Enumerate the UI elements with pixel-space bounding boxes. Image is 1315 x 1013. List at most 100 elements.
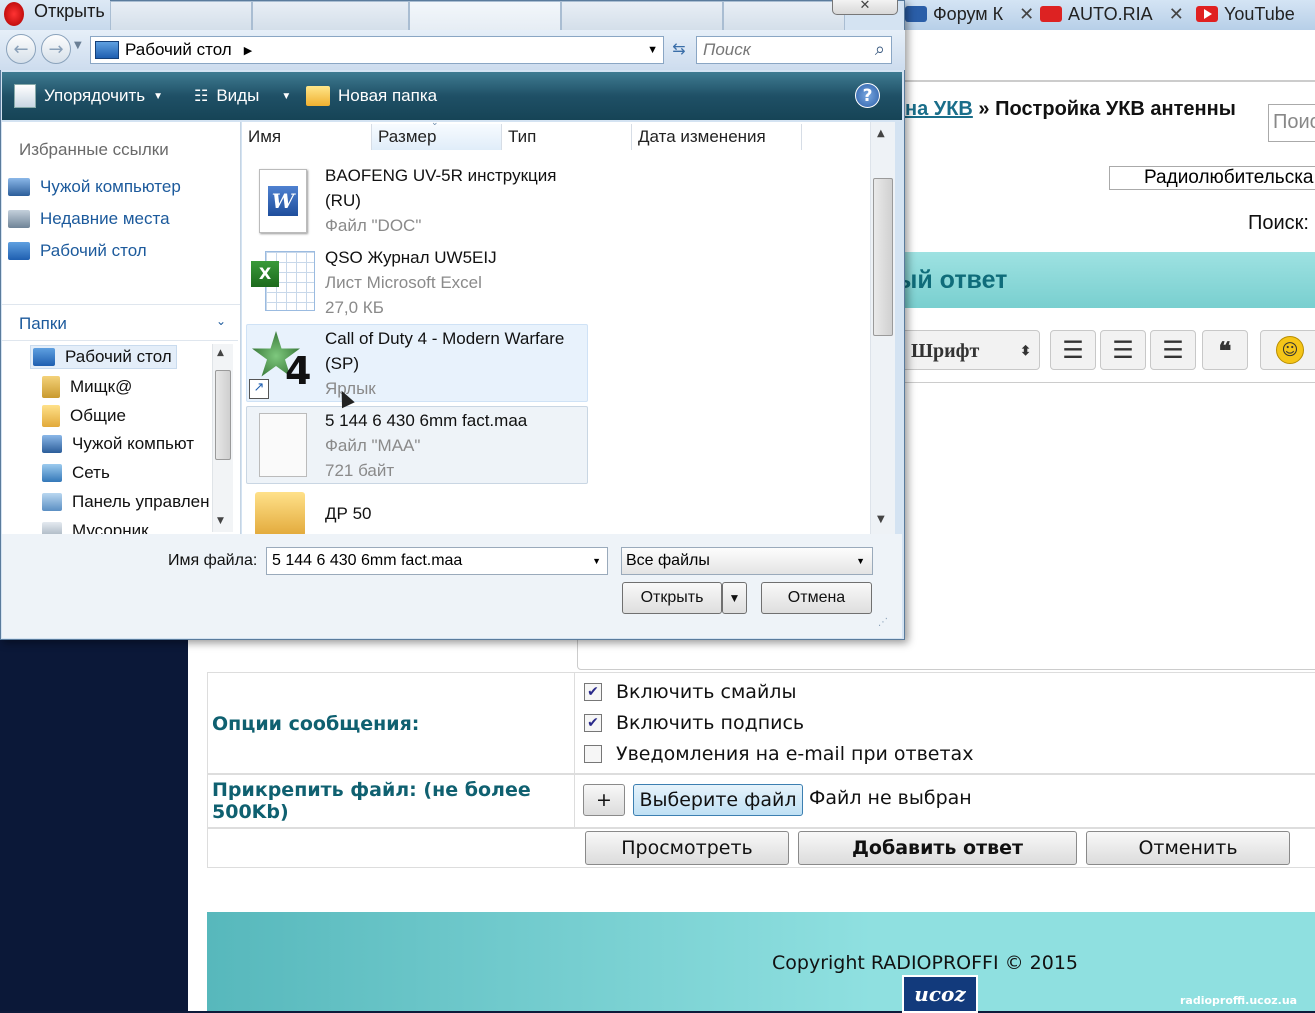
resize-grip-icon[interactable]: ⋰: [878, 617, 888, 628]
column-date-modified[interactable]: Дата изменения: [632, 124, 802, 150]
shortcut-arrow-icon: ↗: [249, 379, 269, 399]
favorite-desktop[interactable]: Рабочий стол: [8, 241, 147, 261]
file-item-hover[interactable]: 4 ↗ Call of Duty 4 - Modern Warfare (SP)…: [246, 324, 588, 402]
new-folder-button[interactable]: Новая папка: [306, 72, 437, 120]
folder-desktop[interactable]: Рабочий стол: [30, 345, 177, 369]
search-icon[interactable]: ⌕: [875, 39, 885, 60]
scroll-up-icon[interactable]: ▲: [217, 348, 224, 358]
folders-scrollbar[interactable]: ▲ ▼: [212, 344, 233, 532]
site-search-input[interactable]: Поис: [1268, 104, 1315, 142]
align-right-button[interactable]: ☰: [1150, 330, 1196, 370]
checkbox-checked-icon[interactable]: ✔: [584, 714, 602, 732]
folder-control-panel[interactable]: Панель управлен: [42, 492, 209, 512]
back-button[interactable]: ←: [6, 34, 36, 64]
cancel-reply-button[interactable]: Отменить: [1086, 831, 1290, 865]
chevron-down-icon[interactable]: ▼: [647, 44, 658, 56]
checkbox-unchecked-icon[interactable]: [584, 745, 602, 763]
checkbox-checked-icon[interactable]: ✔: [584, 683, 602, 701]
cancel-button[interactable]: Отмена: [761, 582, 872, 614]
preview-button[interactable]: Просмотреть: [585, 831, 789, 865]
align-left-button[interactable]: ☰: [1050, 330, 1096, 370]
chevron-down-icon: ▼: [153, 90, 164, 102]
folder-user[interactable]: Мищк@: [42, 376, 132, 398]
favorite-recent-places[interactable]: Недавние места: [8, 209, 170, 229]
views-button[interactable]: ☷ Виды ▼: [194, 72, 291, 120]
forward-button[interactable]: →: [41, 34, 71, 64]
organize-button[interactable]: Упорядочить ▼: [14, 72, 163, 120]
folder-shared[interactable]: Общие: [42, 405, 126, 427]
tab-autoria[interactable]: AUTO.RIA ✕: [1040, 0, 1184, 28]
column-name[interactable]: Имя: [242, 124, 372, 150]
tab-forum[interactable]: Форум К ✕: [905, 0, 1034, 28]
category-select[interactable]: Радиолюбительска: [1109, 166, 1315, 190]
help-button[interactable]: ?: [855, 83, 880, 108]
option-smileys[interactable]: ✔ Включить смайлы: [584, 681, 796, 703]
close-icon[interactable]: ✕: [1169, 4, 1184, 25]
folder-other-computer[interactable]: Чужой компьют: [42, 434, 194, 454]
dialog-close-button[interactable]: ✕: [832, 0, 898, 15]
choose-file-button[interactable]: Выберите файл: [633, 784, 803, 816]
folder-recycle-clip: Мусорник: [0, 518, 210, 534]
file-list-scrollbar[interactable]: ▲ ▼: [870, 122, 895, 534]
file-name: Call of Duty 4 - Modern Warfare: [325, 329, 565, 348]
scroll-down-icon[interactable]: ▼: [217, 516, 224, 526]
breadcrumb: на УКВ » Постройка УКВ антенны: [905, 98, 1236, 121]
dialog-title: Открыть: [34, 1, 105, 21]
file-size: 27,0 КБ: [325, 298, 384, 317]
quote-button[interactable]: ❝: [1202, 330, 1248, 370]
attach-label: Прикрепить файл: (не более 500Kb): [212, 779, 531, 823]
chevron-right-icon[interactable]: ▶: [244, 44, 252, 57]
option-signature[interactable]: ✔ Включить подпись: [584, 712, 804, 734]
align-center-button[interactable]: ☰: [1100, 330, 1146, 370]
car-icon: [1040, 6, 1062, 22]
file-name: ДР 50: [325, 504, 372, 523]
address-bar[interactable]: [905, 30, 1315, 82]
chevron-down-icon[interactable]: ⌄: [216, 314, 226, 328]
history-dropdown-icon[interactable]: ▼: [74, 40, 82, 51]
tab-label: YouTube: [1224, 3, 1295, 24]
scroll-thumb[interactable]: [873, 178, 893, 336]
smiley-button[interactable]: ☺: [1260, 330, 1315, 370]
file-size: 721 байт: [325, 461, 395, 480]
filename-input[interactable]: 5 144 6 430 6mm fact.maa ▼: [266, 547, 608, 575]
control-panel-icon: [42, 493, 62, 511]
open-button[interactable]: Открыть: [622, 582, 722, 614]
folders-title: Папки: [19, 314, 67, 333]
folder-recycle-bin[interactable]: Мусорник: [42, 521, 149, 534]
breadcrumb-link[interactable]: на УКВ: [905, 98, 973, 120]
scroll-thumb[interactable]: [215, 370, 231, 460]
file-item[interactable]: ДР 50: [247, 488, 587, 534]
options-row: Опции сообщения: ✔ Включить смайлы ✔ Вкл…: [207, 672, 1315, 774]
ucoz-logo[interactable]: ucoz: [902, 975, 978, 1013]
scroll-down-icon[interactable]: ▼: [877, 514, 885, 525]
refresh-icon[interactable]: ⇆: [668, 39, 690, 61]
organize-label: Упорядочить: [44, 86, 146, 105]
open-split-button[interactable]: ▼: [722, 582, 747, 614]
folder-network[interactable]: Сеть: [42, 463, 110, 483]
submit-reply-button[interactable]: Добавить ответ: [798, 831, 1077, 865]
favorite-other-computer[interactable]: Чужой компьютер: [8, 177, 181, 197]
folder-label: Мищк@: [70, 377, 133, 396]
file-item[interactable]: X QSO Журнал UW5EIJ Лист Microsoft Excel…: [247, 245, 587, 323]
file-item[interactable]: W BAOFENG UV-5R инструкция (RU) Файл "DO…: [247, 163, 587, 241]
option-email-notify[interactable]: Уведомления на e-mail при ответах: [584, 743, 973, 765]
file-name: (SP): [325, 354, 359, 373]
views-label: Виды: [216, 86, 260, 105]
folders-header[interactable]: Папки: [19, 314, 67, 334]
file-item-selected[interactable]: 5 144 6 430 6mm fact.maa Файл "MAA" 721 …: [246, 406, 588, 484]
option-label: Включить смайлы: [616, 681, 797, 703]
option-label: Уведомления на e-mail при ответах: [616, 743, 974, 765]
file-type-filter[interactable]: Все файлы ▼: [621, 547, 873, 575]
chevron-down-icon[interactable]: ▼: [592, 556, 601, 566]
column-type[interactable]: Тип: [502, 124, 632, 150]
scroll-up-icon[interactable]: ▲: [877, 128, 885, 139]
add-attachment-button[interactable]: +: [583, 784, 625, 816]
path-bar[interactable]: Рабочий стол ▶ ▼: [90, 36, 664, 64]
file-type: Лист Microsoft Excel: [325, 273, 482, 292]
font-select[interactable]: Шрифт ⬍: [896, 330, 1040, 370]
tab-youtube[interactable]: YouTube: [1196, 0, 1295, 28]
dialog-search-input[interactable]: Поиск ⌕: [696, 36, 892, 64]
align-right-icon: ☰: [1162, 336, 1184, 364]
close-icon[interactable]: ✕: [1019, 4, 1034, 25]
options-label: Опции сообщения:: [212, 713, 420, 735]
